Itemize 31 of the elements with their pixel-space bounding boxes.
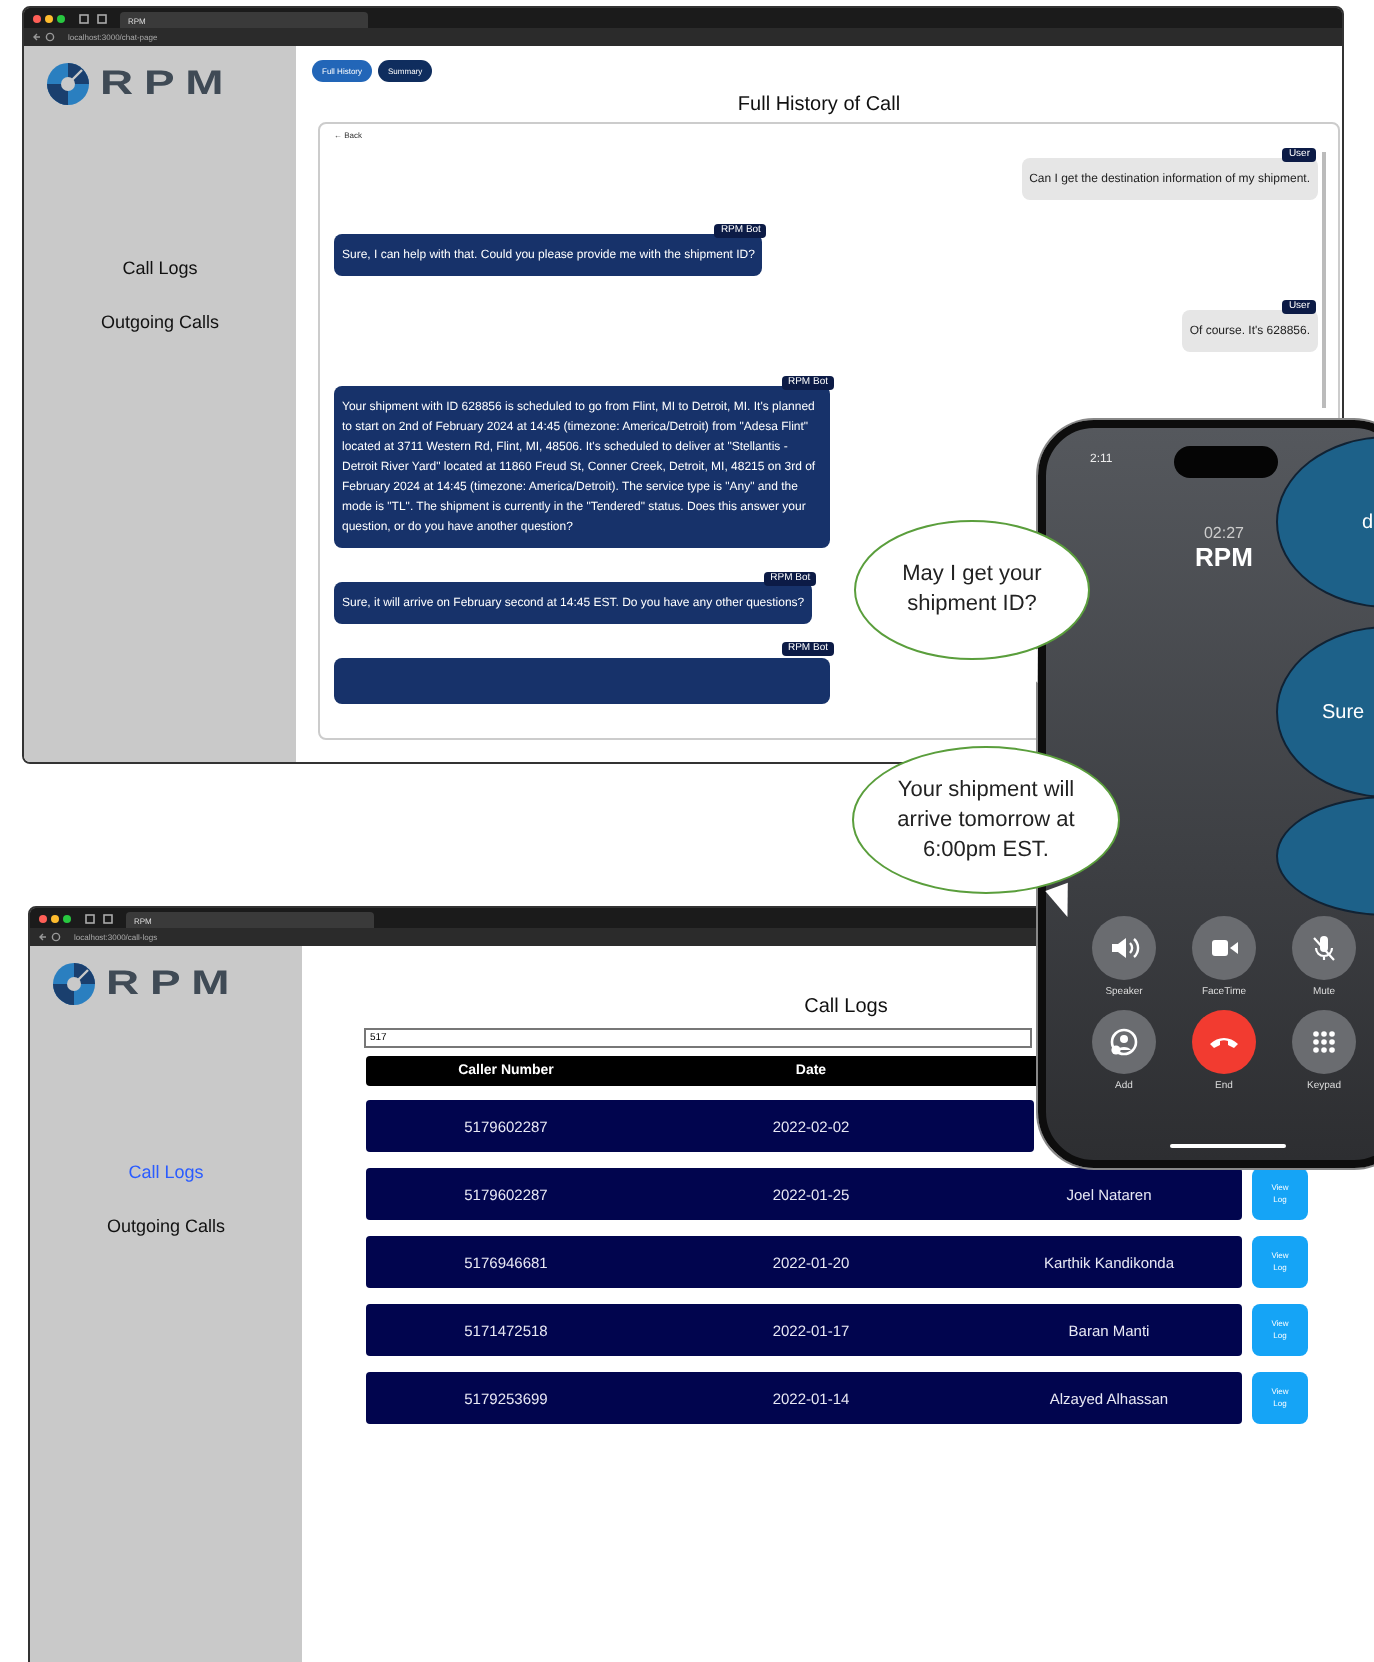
speech-text: Sure	[1320, 701, 1365, 723]
speech-text: d	[1360, 511, 1374, 533]
page-title: Call Logs	[802, 996, 890, 1018]
phone-handset-icon	[1210, 1036, 1238, 1048]
page-title: Full History of Call	[735, 94, 903, 116]
call-duration: 02:27	[1203, 524, 1245, 542]
window-controls-icon	[38, 913, 74, 923]
logo-text: RPM	[100, 64, 235, 104]
logo-icon	[46, 62, 90, 106]
speaker-button[interactable]	[1092, 916, 1156, 980]
home-indicator	[1170, 1144, 1286, 1148]
sidebar-item[interactable]: Call Logs	[122, 256, 198, 280]
tab-group-icon[interactable]	[78, 13, 110, 23]
sidebar-item[interactable]: Outgoing Calls	[100, 310, 220, 334]
speech-text: Your shipment will arrive tomorrow at 6:00pm EST.	[895, 775, 1077, 865]
navigation-icon[interactable]	[32, 32, 56, 42]
tab-group-icon[interactable]	[84, 913, 116, 923]
speech-text: May I get your shipment ID?	[900, 560, 1044, 620]
dynamic-island	[1174, 446, 1278, 478]
scrollbar[interactable]	[1322, 152, 1326, 408]
sidebar-item[interactable]: Outgoing Calls	[106, 1214, 226, 1238]
end-button[interactable]	[1192, 1010, 1256, 1074]
mute-button[interactable]	[1292, 916, 1356, 980]
keypad-button[interactable]	[1292, 1010, 1356, 1074]
add-button[interactable]	[1092, 1010, 1156, 1074]
window-controls-icon	[32, 13, 68, 23]
caller-name: RPM	[1195, 542, 1253, 572]
facetime-button[interactable]	[1192, 916, 1256, 980]
logo-text: RPM	[106, 964, 241, 1004]
logo-icon	[52, 962, 96, 1006]
navigation-icon[interactable]	[38, 932, 62, 942]
